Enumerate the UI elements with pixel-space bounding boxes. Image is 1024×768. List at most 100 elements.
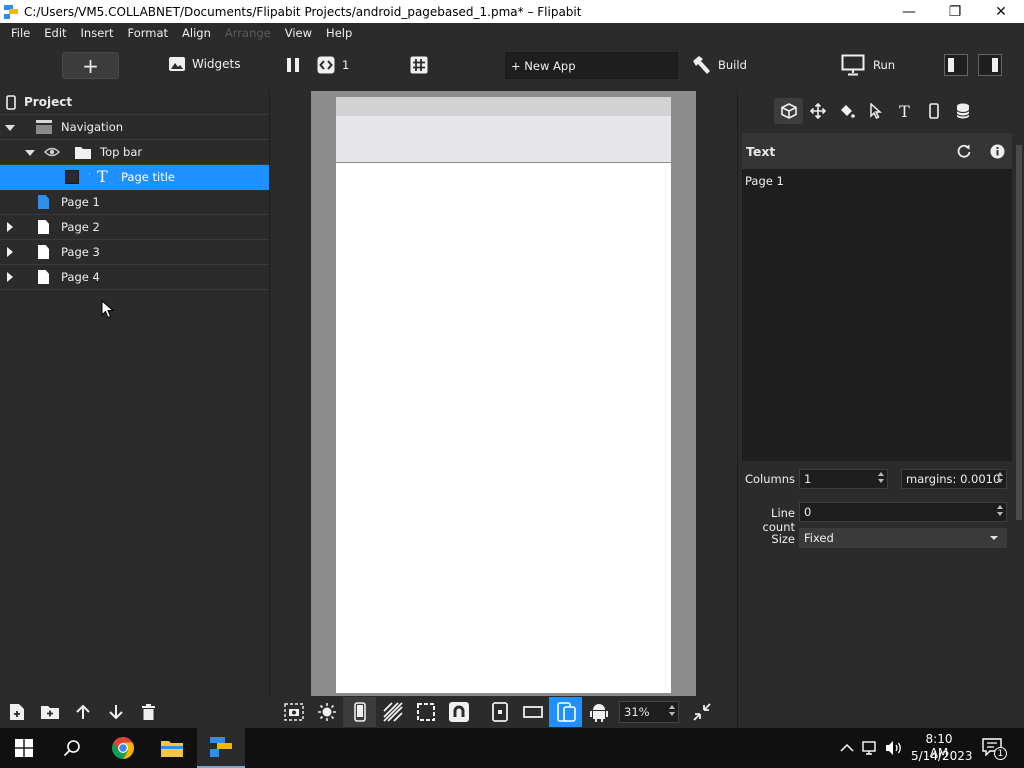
tab-fill[interactable]	[832, 98, 861, 124]
phone-icon	[353, 702, 366, 722]
file-explorer-taskbar-button[interactable]	[148, 728, 196, 768]
menu-file[interactable]: File	[4, 26, 37, 40]
tab-actions[interactable]	[861, 98, 890, 124]
build-button[interactable]: Build	[690, 55, 747, 75]
chrome-taskbar-button[interactable]	[99, 728, 147, 768]
notification-button[interactable]: 1	[982, 738, 1007, 760]
search-button[interactable]	[48, 728, 96, 768]
portrait-button[interactable]	[483, 697, 516, 727]
line-count-field[interactable]: 0	[799, 502, 1007, 522]
screenshot-button[interactable]	[277, 697, 310, 727]
move-up-button[interactable]	[66, 696, 99, 728]
size-select[interactable]: Fixed	[799, 528, 1007, 548]
snap-magnet-button[interactable]	[442, 697, 475, 727]
tab-data[interactable]	[948, 98, 977, 124]
toggle-left-panel-button[interactable]	[944, 54, 968, 76]
inspector-tabs: T	[774, 98, 977, 124]
menu-view[interactable]: View	[278, 26, 319, 40]
volume-icon[interactable]	[885, 740, 903, 756]
grid-button[interactable]	[410, 56, 428, 74]
code-page-button[interactable]: 1	[317, 56, 349, 74]
size-label: Size	[771, 532, 795, 546]
multi-device-button[interactable]	[549, 697, 582, 727]
tab-position[interactable]	[803, 98, 832, 124]
hatch-button[interactable]	[376, 697, 409, 727]
selection-bounds-button[interactable]	[409, 697, 442, 727]
menu-format[interactable]: Format	[121, 26, 176, 40]
expand-caret-icon[interactable]	[7, 222, 13, 232]
add-folder-button[interactable]	[33, 696, 66, 728]
flipabit-app-icon	[4, 4, 18, 19]
design-canvas[interactable]	[271, 90, 737, 696]
minimize-button[interactable]: —	[886, 0, 932, 23]
chevron-down-icon	[990, 536, 998, 540]
columns-spinner[interactable]	[876, 471, 885, 487]
landscape-button[interactable]	[516, 697, 549, 727]
database-icon	[956, 103, 969, 119]
text-content-field[interactable]: Page 1	[742, 169, 1012, 461]
line-count-spinner[interactable]	[995, 504, 1004, 520]
windows-logo-icon	[15, 739, 33, 757]
tree-item-page-2[interactable]: Page 2	[0, 215, 269, 240]
device-preview-button[interactable]	[343, 697, 376, 727]
maximize-button[interactable]: ❐	[932, 0, 978, 23]
flipabit-taskbar-button[interactable]	[197, 728, 245, 768]
tree-item-page-1[interactable]: Page 1	[0, 190, 269, 215]
zoom-field[interactable]: 31%	[619, 701, 679, 723]
margins-field[interactable]: margins: 0.0010	[901, 469, 1007, 489]
columns-field[interactable]: 1	[799, 469, 888, 489]
monitor-icon	[841, 54, 865, 76]
tab-device[interactable]	[919, 98, 948, 124]
info-icon[interactable]	[990, 144, 1005, 159]
add-page-button[interactable]	[0, 696, 33, 728]
inspector-scrollbar[interactable]	[1014, 133, 1024, 700]
move-down-button[interactable]	[99, 696, 132, 728]
chrome-icon	[112, 737, 134, 759]
android-preview-button[interactable]	[582, 697, 615, 727]
tree-item-navigation[interactable]: Navigation	[0, 115, 269, 140]
toggle-right-panel-button[interactable]	[978, 54, 1002, 76]
clock-date[interactable]: 5/14/2023	[911, 749, 973, 763]
hash-grid-icon	[410, 56, 428, 74]
menu-edit[interactable]: Edit	[37, 26, 73, 40]
margins-spinner[interactable]	[995, 471, 1004, 487]
menu-help[interactable]: Help	[319, 26, 359, 40]
page-icon	[38, 220, 49, 234]
new-app-button[interactable]: + New App	[505, 52, 678, 79]
add-button[interactable]: +	[62, 52, 119, 79]
expand-caret-icon[interactable]	[25, 150, 35, 156]
menu-insert[interactable]: Insert	[74, 26, 121, 40]
delete-button[interactable]	[132, 696, 165, 728]
color-swatch[interactable]	[65, 170, 79, 184]
zoom-spinner[interactable]	[667, 704, 676, 720]
expand-caret-icon[interactable]	[7, 247, 13, 257]
tree-item-top-bar[interactable]: Top bar	[0, 140, 269, 165]
device-top-bar[interactable]	[336, 116, 671, 163]
menu-arrange[interactable]: Arrange	[218, 26, 278, 40]
brightness-button[interactable]	[310, 697, 343, 727]
pause-button[interactable]	[286, 57, 300, 73]
tree-item-page-title[interactable]: · T Page title	[0, 165, 269, 190]
size-value: Fixed	[804, 531, 834, 545]
start-button[interactable]	[0, 728, 48, 768]
menu-align[interactable]: Align	[175, 26, 218, 40]
network-icon[interactable]	[862, 740, 880, 756]
tree-item-page-3[interactable]: Page 3	[0, 240, 269, 265]
collapse-button[interactable]	[685, 697, 718, 727]
expand-caret-icon[interactable]	[7, 272, 13, 282]
expand-caret-icon[interactable]	[5, 125, 15, 131]
widgets-button[interactable]: Widgets	[168, 55, 241, 73]
magnet-icon	[448, 702, 469, 722]
close-button[interactable]: ✕	[978, 0, 1024, 23]
run-button[interactable]: Run	[841, 54, 895, 76]
tree-item-page-4[interactable]: Page 4	[0, 265, 269, 290]
eye-icon[interactable]	[44, 147, 60, 157]
phone-icon	[928, 103, 939, 119]
device-screen[interactable]	[336, 97, 671, 693]
chevron-up-icon[interactable]	[840, 743, 854, 753]
tab-text[interactable]: T	[890, 98, 919, 124]
reset-icon[interactable]	[956, 143, 972, 159]
tab-object[interactable]	[774, 98, 803, 124]
section-title: Text	[746, 143, 776, 159]
scrollbar-thumb[interactable]	[1016, 145, 1022, 520]
